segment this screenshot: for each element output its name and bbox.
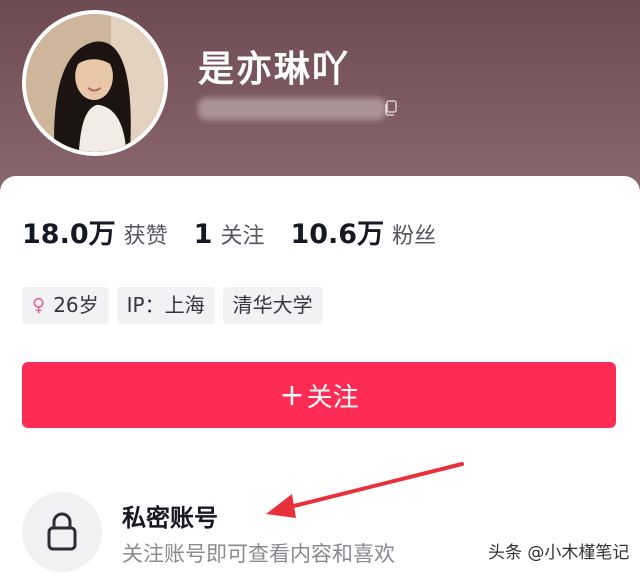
stat-likes-label: 获赞 xyxy=(123,224,168,249)
stat-likes-value: 18.0万 xyxy=(22,219,116,250)
female-icon: ♀ xyxy=(32,295,46,316)
plus-icon: + xyxy=(279,377,305,413)
follow-button-label: 关注 xyxy=(306,382,359,413)
watermark: 头条 @小木槿笔记 xyxy=(488,543,630,563)
tag-ip-text: IP：上海 xyxy=(126,293,205,317)
stat-following-value: 1 xyxy=(193,219,213,250)
follow-button[interactable]: + 关注 xyxy=(22,362,616,428)
annotation-arrow xyxy=(266,462,464,518)
stat-followers-label: 粉丝 xyxy=(392,224,437,249)
lock-icon xyxy=(47,512,77,551)
private-account-badge xyxy=(22,492,102,572)
stat-followers[interactable]: 10.6万 粉丝 xyxy=(290,212,436,251)
stats-row: 18.0万 获赞 1 关注 10.6万 粉丝 xyxy=(22,212,462,251)
profile-header: 是亦琳吖 xyxy=(0,0,640,200)
copy-icon[interactable] xyxy=(384,100,398,116)
avatar[interactable] xyxy=(22,10,168,156)
avatar-photo xyxy=(26,14,164,152)
user-id-blurred xyxy=(198,98,386,120)
username: 是亦琳吖 xyxy=(198,49,351,90)
stat-likes[interactable]: 18.0万 获赞 xyxy=(22,212,168,251)
profile-tags: ♀ 26岁 IP：上海 清华大学 xyxy=(22,287,331,324)
stat-following-label: 关注 xyxy=(220,224,265,249)
tag-school[interactable]: 清华大学 xyxy=(222,287,323,324)
stat-followers-value: 10.6万 xyxy=(290,219,385,250)
private-account-subtitle: 关注账号即可查看内容和喜欢 xyxy=(122,542,395,566)
tag-school-text: 清华大学 xyxy=(232,293,313,317)
tag-age-text: 26岁 xyxy=(53,293,99,317)
tag-age: ♀ 26岁 xyxy=(22,287,109,324)
tag-ip-location: IP：上海 xyxy=(116,287,215,324)
stat-following[interactable]: 1 关注 xyxy=(194,218,265,250)
private-account-title: 私密账号 xyxy=(122,504,218,532)
